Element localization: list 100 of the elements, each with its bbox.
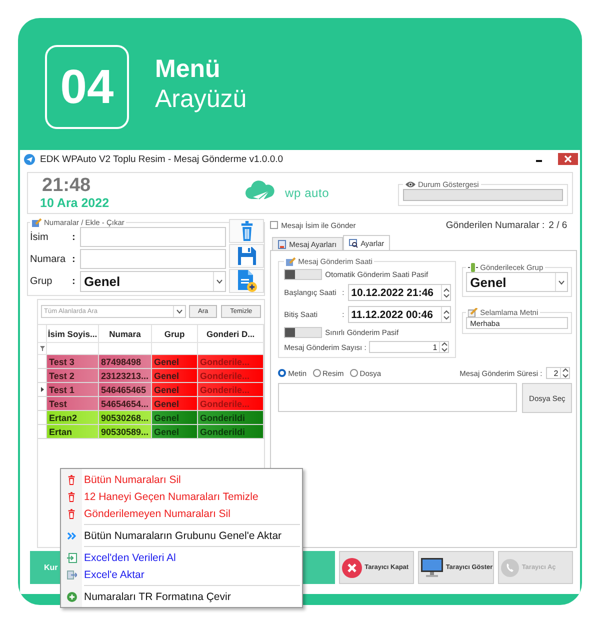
table-cell: Test 2 [47,369,99,383]
document-icon [278,240,286,248]
table-cell: Test [47,397,99,411]
table-cell: Genel [152,411,198,425]
row-pointer-icon [40,387,44,392]
spinner-arrows-icon [562,367,569,379]
trash-icon [67,492,76,502]
dropdown-value: Genel [470,274,506,290]
dropdown-caret-icon [558,280,566,284]
export-icon [66,570,76,580]
group-dropdown[interactable]: Genel [466,272,568,292]
page-title: Menü [155,54,222,84]
spinner-arrows-icon [442,286,450,298]
menu-item[interactable]: Numaraları TR Formatına Çevir [61,588,302,605]
table-cell: Genel [152,425,198,439]
dropdown-caret-icon [216,278,224,284]
logo-text: wp auto [285,186,330,200]
column-header[interactable]: Numara [99,325,152,343]
trash-icon [238,221,255,241]
clock-date: 10 Ara 2022 [40,196,110,210]
input-field[interactable] [80,227,226,247]
spinner-arrows-icon [442,308,450,320]
close-circle-icon [342,558,362,578]
battery-icon [468,263,478,272]
double-chevron-icon [67,532,76,540]
table-cell: Genel [152,369,198,383]
table-cell: Test 3 [47,355,99,369]
table-cell: Gonderile... [198,397,264,411]
field-value: 2 [552,368,560,378]
add-button[interactable] [229,269,264,293]
trash-icon [67,508,76,518]
page-subtitle: Arayüzü [155,84,247,114]
table-cell: 87498498 [99,355,152,369]
phone-bubble-icon [500,558,519,576]
window-search-icon [348,238,358,248]
close-button[interactable] [558,153,578,165]
radio-button[interactable] [312,369,321,377]
field-value: 10.12.2022 21:46 [350,286,434,298]
spinner-arrows-icon [440,341,448,353]
date-time-field[interactable]: 10.12.2022 21:46 [348,284,452,301]
table-cell: 90530268... [99,411,152,425]
field-label: İsim [30,232,50,242]
window-title: EDK WPAuto V2 Toplu Resim - Mesaj Gönderme v1.0.0.0 [40,154,284,164]
table-cell: 546465465 [99,383,152,397]
menu-item[interactable]: Bütün Numaraları Sil [61,471,302,488]
number-badge: 04 [45,45,129,129]
sent-count-label: Gönderilen Numaralar : [446,220,545,230]
group-dropdown[interactable]: Genel [80,270,226,292]
colon-text: : [72,232,76,242]
delete-button[interactable] [229,219,264,243]
menu-item[interactable]: Excel'e Aktar [61,566,302,583]
field-value: 1 [432,342,438,352]
table-cell: 90530589... [99,425,152,439]
document-add-icon [236,270,257,292]
table-cell: Genel [152,355,198,369]
menu-item[interactable]: Gönderilemeyen Numaraları Sil [61,505,302,522]
colon-text: : [72,254,76,264]
dropdown-value: Genel [84,274,120,288]
field-label: Grup [30,276,54,286]
input-field[interactable] [80,249,226,269]
save-button[interactable] [229,244,264,268]
plus-circle-icon [66,592,76,602]
filter-icon [40,346,44,351]
column-header[interactable]: Gonderi D... [198,325,264,343]
edit-icon [32,218,42,227]
colon-text: : [72,276,76,286]
import-icon [66,552,76,562]
toggle-switch[interactable] [284,326,322,338]
column-header[interactable]: Grup [152,325,198,343]
radio-button[interactable] [278,369,286,377]
close-icon [564,155,572,163]
number-field[interactable]: 1 [369,341,450,353]
table-cell: Gonderile... [198,383,264,397]
table-cell: Genel [152,383,198,397]
dropdown-caret-icon [176,309,183,314]
eye-icon [405,181,416,188]
field-label: Numara [30,254,67,264]
menu-item[interactable]: Bütün Numaraların Grubunu Genel'e Aktar [61,527,302,544]
toggle-switch[interactable] [284,268,322,280]
trash-icon [67,474,76,484]
checkbox[interactable] [270,221,278,229]
table-cell: 54654654... [99,397,152,411]
menu-item[interactable]: 12 Haneyi Geçen Numaraları Temizle [61,488,302,505]
date-time-field[interactable]: 11.12.2022 00:46 [348,306,452,323]
app-icon [24,154,35,164]
table-cell: Test 1 [47,383,99,397]
table-cell: Ertan [47,425,99,439]
table-cell: Gonderile... [198,369,264,383]
column-header[interactable]: İsim Soyis... [47,325,99,343]
table-cell: Ertan2 [47,411,99,425]
menu-item[interactable]: Excel'den Verileri Al [61,549,302,566]
monitor-icon [420,558,443,578]
number-field[interactable]: 2 [546,367,570,379]
table-cell: Gonderildi [198,411,264,425]
table-cell: Gonderile... [198,355,264,369]
radio-button[interactable] [350,369,358,377]
field-value: 11.12.2022 00:46 [350,308,434,320]
clock-time: 21:48 [42,176,92,196]
sent-count-value: 2 / 6 [548,220,568,230]
message-field[interactable] [278,383,518,412]
